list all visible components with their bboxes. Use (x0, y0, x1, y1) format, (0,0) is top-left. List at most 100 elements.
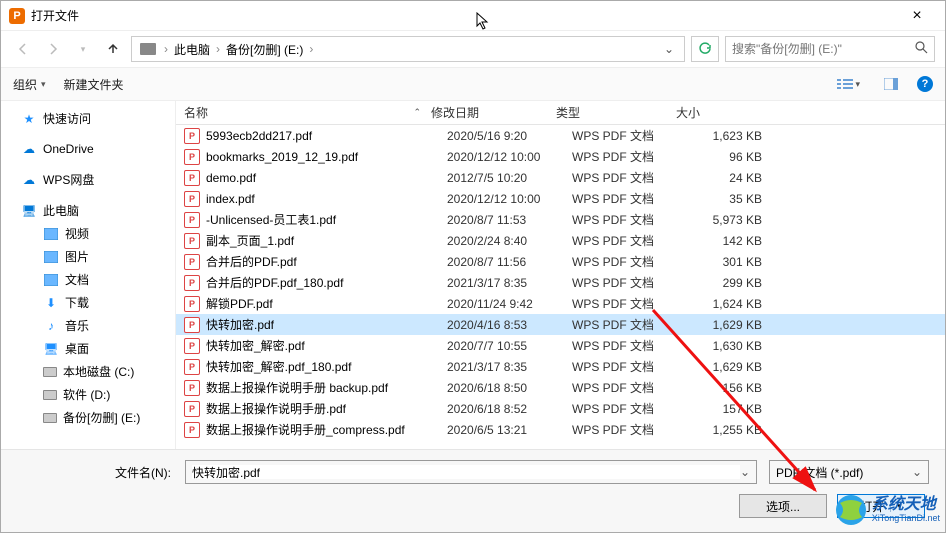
sidebar-item-pictures[interactable]: 图片 (1, 245, 175, 268)
pdf-file-icon (184, 338, 200, 354)
breadcrumb[interactable]: › 此电脑 › 备份[勿删] (E:) › ⌄ (131, 36, 685, 62)
file-type: WPS PDF 文档 (572, 253, 692, 270)
recent-dropdown[interactable]: ▾ (71, 37, 95, 61)
file-date: 2021/3/17 8:35 (447, 276, 572, 290)
search-input[interactable] (732, 42, 915, 56)
file-row[interactable]: demo.pdf2012/7/5 10:20WPS PDF 文档24 KB (176, 167, 945, 188)
filename-label: 文件名(N): (17, 464, 177, 481)
navigation-bar: ▾ › 此电脑 › 备份[勿删] (E:) › ⌄ (1, 31, 945, 67)
file-size: 157 KB (692, 402, 782, 416)
open-button[interactable]: 打开 ▾ (837, 494, 925, 518)
file-name: -Unlicensed-员工表1.pdf (206, 211, 447, 228)
filename-combobox[interactable]: ⌄ (185, 460, 757, 484)
breadcrumb-dropdown[interactable]: ⌄ (658, 42, 680, 56)
sidebar-item-docs[interactable]: 文档 (1, 268, 175, 291)
file-row[interactable]: 快转加密_解密.pdf_180.pdf2021/3/17 8:35WPS PDF… (176, 356, 945, 377)
chevron-down-icon[interactable]: ⌄ (740, 465, 750, 479)
pdf-file-icon (184, 401, 200, 417)
file-type: WPS PDF 文档 (572, 337, 692, 354)
column-type[interactable]: 类型 (556, 104, 676, 121)
sidebar-item-downloads[interactable]: ⬇下载 (1, 291, 175, 314)
file-name: bookmarks_2019_12_19.pdf (206, 150, 447, 164)
file-row[interactable]: 副本_页面_1.pdf2020/2/24 8:40WPS PDF 文档142 K… (176, 230, 945, 251)
file-row[interactable]: 合并后的PDF.pdf_180.pdf2021/3/17 8:35WPS PDF… (176, 272, 945, 293)
sidebar-item-drive-e[interactable]: 备份[勿删] (E:) (1, 406, 175, 429)
column-name[interactable]: 名称⌃ (176, 104, 431, 121)
filename-row: 文件名(N): ⌄ PDF 文档 (*.pdf) ⌄ (17, 460, 929, 484)
file-row[interactable]: 解锁PDF.pdf2020/11/24 9:42WPS PDF 文档1,624 … (176, 293, 945, 314)
breadcrumb-drive[interactable]: 备份[勿删] (E:) (224, 41, 305, 58)
pdf-file-icon (184, 359, 200, 375)
view-mode-button[interactable]: ▾ (832, 75, 865, 93)
back-button[interactable] (11, 37, 35, 61)
drive-icon (140, 43, 156, 55)
filename-input[interactable] (192, 465, 740, 479)
organize-button[interactable]: 组织▾ (13, 76, 46, 93)
pictures-icon (43, 249, 59, 265)
music-icon: ♪ (43, 318, 59, 334)
column-date[interactable]: 修改日期 (431, 104, 556, 121)
sidebar-item-drive-d[interactable]: 软件 (D:) (1, 383, 175, 406)
sidebar-item-onedrive[interactable]: ☁OneDrive (1, 138, 175, 160)
sidebar-item-quick[interactable]: ★快速访问 (1, 107, 175, 130)
file-size: 5,973 KB (692, 213, 782, 227)
tree-label: 视频 (65, 225, 89, 242)
sidebar-item-video[interactable]: 视频 (1, 222, 175, 245)
sort-indicator-icon: ⌃ (413, 107, 421, 118)
file-name: 5993ecb2dd217.pdf (206, 129, 447, 143)
sidebar-item-pc[interactable]: 🖥此电脑 (1, 199, 175, 222)
tree-label: 软件 (D:) (63, 386, 110, 403)
tree-label: 本地磁盘 (C:) (63, 363, 134, 380)
forward-button[interactable] (41, 37, 65, 61)
tree-label: 桌面 (65, 340, 89, 357)
file-date: 2020/12/12 10:00 (447, 150, 572, 164)
drive-icon (43, 390, 57, 400)
refresh-button[interactable] (691, 36, 719, 62)
pdf-file-icon (184, 149, 200, 165)
tree-label: 文档 (65, 271, 89, 288)
sidebar-item-music[interactable]: ♪音乐 (1, 314, 175, 337)
file-size: 1,255 KB (692, 423, 782, 437)
file-row[interactable]: 数据上报操作说明手册_compress.pdf2020/6/5 13:21WPS… (176, 419, 945, 440)
file-name: index.pdf (206, 192, 447, 206)
file-size: 156 KB (692, 381, 782, 395)
tree-label: 图片 (65, 248, 89, 265)
file-row[interactable]: 快转加密.pdf2020/4/16 8:53WPS PDF 文档1,629 KB (176, 314, 945, 335)
file-name: 数据上报操作说明手册.pdf (206, 400, 447, 417)
file-row[interactable]: 快转加密_解密.pdf2020/7/7 10:55WPS PDF 文档1,630… (176, 335, 945, 356)
breadcrumb-pc[interactable]: 此电脑 (172, 41, 212, 58)
file-row[interactable]: 合并后的PDF.pdf2020/8/7 11:56WPS PDF 文档301 K… (176, 251, 945, 272)
split-chevron-icon[interactable]: ▾ (890, 501, 902, 512)
arrow-right-icon (46, 42, 60, 56)
help-button[interactable]: ? (917, 76, 933, 92)
sidebar-item-desktop[interactable]: 🖥桌面 (1, 337, 175, 360)
preview-icon (884, 78, 898, 90)
options-button[interactable]: 选项... (739, 494, 827, 518)
sidebar-item-wps[interactable]: ☁WPS网盘 (1, 168, 175, 191)
new-folder-button[interactable]: 新建文件夹 (64, 76, 124, 93)
sidebar-item-drive-c[interactable]: 本地磁盘 (C:) (1, 360, 175, 383)
file-row[interactable]: 数据上报操作说明手册.pdf2020/6/18 8:52WPS PDF 文档15… (176, 398, 945, 419)
file-row[interactable]: -Unlicensed-员工表1.pdf2020/8/7 11:53WPS PD… (176, 209, 945, 230)
file-date: 2020/6/18 8:50 (447, 381, 572, 395)
pdf-file-icon (184, 170, 200, 186)
file-date: 2020/8/7 11:53 (447, 213, 572, 227)
column-size[interactable]: 大小 (676, 104, 766, 121)
file-date: 2020/8/7 11:56 (447, 255, 572, 269)
filetype-filter[interactable]: PDF 文档 (*.pdf) ⌄ (769, 460, 929, 484)
up-button[interactable] (101, 37, 125, 61)
drive-icon (43, 367, 57, 377)
file-row[interactable]: 数据上报操作说明手册 backup.pdf2020/6/18 8:50WPS P… (176, 377, 945, 398)
file-name: 解锁PDF.pdf (206, 295, 447, 312)
filter-label: PDF 文档 (*.pdf) (776, 464, 863, 481)
file-date: 2020/4/16 8:53 (447, 318, 572, 332)
preview-pane-button[interactable] (879, 75, 903, 93)
search-icon[interactable] (915, 41, 928, 57)
file-name: 快转加密.pdf (206, 316, 447, 333)
file-row[interactable]: 5993ecb2dd217.pdf2020/5/16 9:20WPS PDF 文… (176, 125, 945, 146)
file-row[interactable]: bookmarks_2019_12_19.pdf2020/12/12 10:00… (176, 146, 945, 167)
search-box[interactable] (725, 36, 935, 62)
close-button[interactable]: × (897, 7, 937, 25)
open-button-label: 打开 (860, 498, 884, 515)
file-row[interactable]: index.pdf2020/12/12 10:00WPS PDF 文档35 KB (176, 188, 945, 209)
